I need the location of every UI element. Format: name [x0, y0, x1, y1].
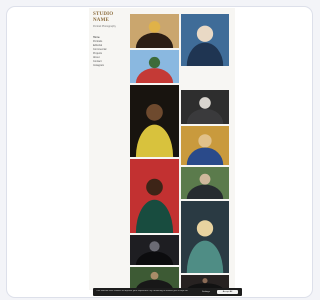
photo-woman-yellow-hands[interactable] — [130, 14, 179, 48]
sidebar: STUDIO NAME Portrait Photography Home Po… — [93, 12, 125, 68]
cookie-settings-button[interactable]: Settings — [197, 290, 215, 294]
cookie-accept-button[interactable]: Accept All — [217, 290, 238, 294]
photo-two-people-sky[interactable] — [130, 50, 179, 83]
photo-man-outdoor[interactable] — [181, 167, 229, 199]
photo-person-gold-bg[interactable] — [181, 126, 229, 165]
photo-blonde-woman[interactable] — [181, 201, 229, 273]
photo-older-man-dark[interactable] — [181, 90, 229, 124]
photo-bottom-left[interactable] — [130, 267, 179, 290]
nav-menu: Home Portraits Editorial Commercial Proj… — [93, 36, 125, 68]
website-page: STUDIO NAME Portrait Photography Home Po… — [89, 8, 235, 290]
photo-man-seated-blue-floor[interactable] — [181, 14, 229, 66]
photo-man-yellow-jacket[interactable] — [130, 85, 179, 157]
site-tagline: Portrait Photography — [93, 25, 116, 28]
nav-item-instagram[interactable]: Instagram — [93, 64, 125, 68]
cookie-banner-text: This website uses cookies to improve you… — [96, 289, 188, 292]
photo-dark-figure[interactable] — [130, 235, 179, 265]
site-logo[interactable]: STUDIO NAME — [93, 12, 125, 24]
cookie-banner: This website uses cookies to improve you… — [93, 288, 242, 296]
photo-woman-red-bg[interactable] — [130, 159, 179, 233]
